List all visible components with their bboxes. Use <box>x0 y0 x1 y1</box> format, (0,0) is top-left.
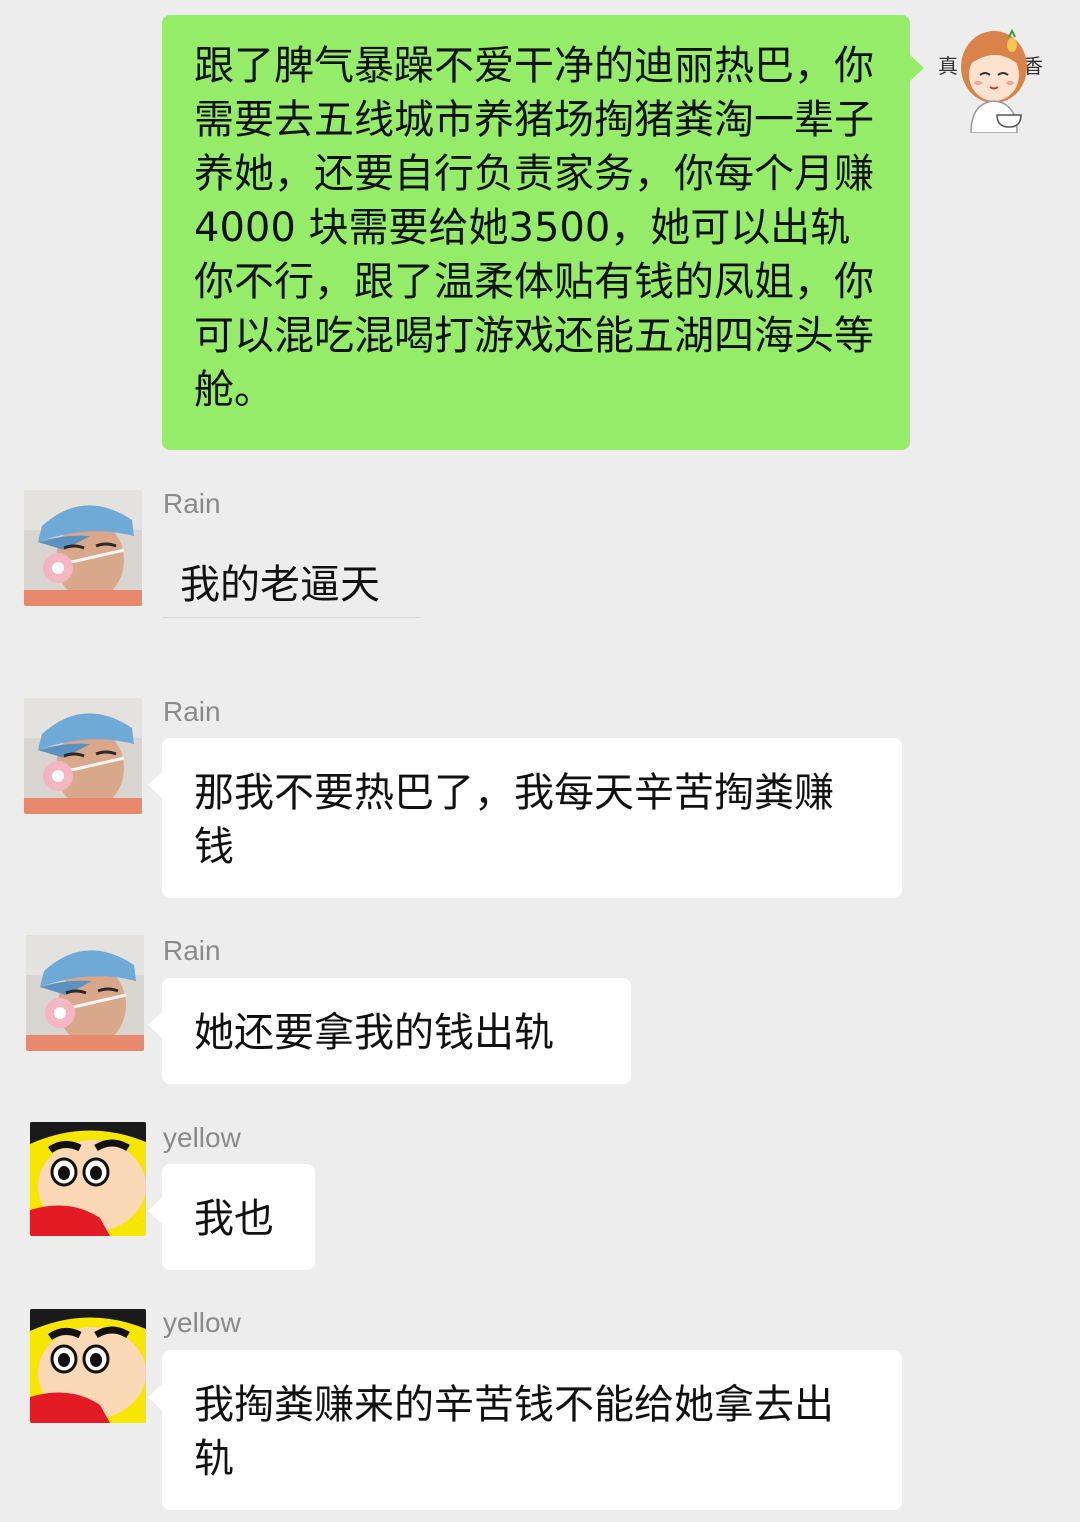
sender-name: Rain <box>163 488 221 519</box>
cap-boy-avatar[interactable] <box>24 490 142 606</box>
cap-boy-avatar[interactable] <box>24 698 142 814</box>
cap-boy-avatar[interactable] <box>26 935 144 1051</box>
sender-name: yellow <box>163 1307 241 1338</box>
incoming-message-bubble[interactable]: 我掏粪赚来的辛苦钱不能给她拿去出轨 <box>148 1350 902 1510</box>
avatar-side-text-left: 真 <box>938 54 958 78</box>
crayon-shinchan-avatar[interactable] <box>30 1309 146 1423</box>
sender-name: Rain <box>163 696 221 727</box>
incoming-message-bubble[interactable]: 她还要拿我的钱出轨 <box>148 978 631 1084</box>
sender-name: Rain <box>163 935 221 966</box>
sender-name: yellow <box>163 1122 241 1153</box>
message-text: 那我不要热巴了，我每天辛苦掏粪赚钱 <box>194 770 834 870</box>
message-text: 我也 <box>194 1196 274 1242</box>
outgoing-message-bubble[interactable]: 跟了脾气暴躁不爱干净的迪丽热巴，你需要去五线城市养猪场掏猪粪淘一辈子养她，还要自… <box>162 15 924 450</box>
crayon-shinchan-avatar[interactable] <box>30 1122 146 1236</box>
incoming-message-bubble[interactable]: 那我不要热巴了，我每天辛苦掏粪赚钱 <box>148 738 902 898</box>
incoming-message-bubble[interactable]: 我的老逼天 <box>162 540 420 618</box>
cartoon-girl-avatar[interactable]: 真 香 <box>935 15 1053 133</box>
incoming-message-bubble[interactable]: 我也 <box>148 1164 315 1270</box>
message-text: 我的老逼天 <box>180 562 380 608</box>
outgoing-message-text: 跟了脾气暴躁不爱干净的迪丽热巴，你需要去五线城市养猪场掏猪粪淘一辈子养她，还要自… <box>194 43 874 413</box>
message-text: 我掏粪赚来的辛苦钱不能给她拿去出轨 <box>194 1382 834 1482</box>
message-text: 她还要拿我的钱出轨 <box>194 1010 554 1056</box>
